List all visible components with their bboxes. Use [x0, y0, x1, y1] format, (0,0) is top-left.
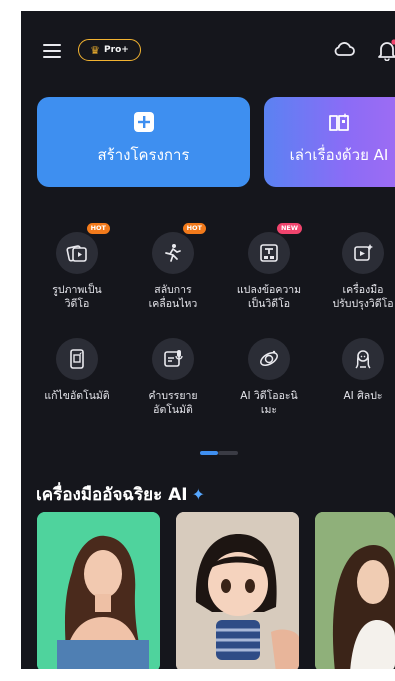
tool-label: AI ศิลปะ [343, 390, 383, 402]
tool-label: แก้ไขอัตโนมัติ [44, 390, 110, 402]
video-enhance-icon [354, 244, 373, 261]
showcase-thumb-2[interactable] [176, 512, 299, 669]
ai-story-card[interactable]: เล่าเรื่องด้วย AI [264, 97, 395, 187]
section-title: เครื่องมืออัจฉริยะ AI ✦ [36, 481, 205, 508]
new-badge: NEW [276, 223, 302, 234]
cloud-icon[interactable] [333, 41, 355, 57]
tool-text-to-video[interactable]: NEW แปลงข้อความ เป็นวิดีโอ [223, 223, 315, 311]
motion-swap-icon [165, 244, 181, 262]
sparkle-icon: ✦ [191, 485, 206, 504]
hot-badge: HOT [86, 223, 110, 234]
top-bar: ♛ Pro+ [21, 39, 395, 65]
portrait-image [37, 512, 160, 669]
tool-label: AI วิดีโออะนิ เมะ [240, 390, 298, 416]
tool-label: รูปภาพเป็น วิดีโอ [52, 284, 102, 310]
text-to-video-icon [260, 244, 278, 262]
page-indicator [200, 451, 240, 455]
ai-anime-icon [260, 350, 278, 366]
plus-icon [133, 112, 154, 132]
menu-icon[interactable] [43, 44, 61, 58]
app-screen: ♛ Pro+ สร้างโครงการ เล่าเรื่องด้วย AI HO… [21, 11, 395, 669]
tool-ai-art[interactable]: AI ศิลปะ [317, 338, 395, 403]
section-title-text: เครื่องมืออัจฉริยะ AI [36, 485, 188, 505]
auto-edit-icon [70, 349, 84, 369]
ai-story-label: เล่าเรื่องด้วย AI [289, 146, 389, 164]
tool-label: เครื่องมือ ปรับปรุงวิดีโอ [332, 284, 394, 310]
portrait-image [315, 512, 395, 669]
tool-video-enhancer[interactable]: เครื่องมือ ปรับปรุงวิดีโอ [317, 232, 395, 311]
showcase-thumb-1[interactable] [37, 512, 160, 669]
tool-image-to-video[interactable]: HOT รูปภาพเป็น วิดีโอ [31, 223, 123, 311]
tool-label: แปลงข้อความ เป็นวิดีโอ [236, 284, 302, 310]
pro-plus-button[interactable]: ♛ Pro+ [78, 39, 141, 61]
tool-auto-edit[interactable]: แก้ไขอัตโนมัติ [31, 338, 123, 403]
crown-icon: ♛ [90, 43, 101, 57]
create-project-card[interactable]: สร้างโครงการ [37, 97, 250, 187]
bell-icon[interactable] [377, 39, 395, 61]
tool-motion-swap[interactable]: HOT สลับการ เคลื่อนไหว [127, 223, 219, 311]
portrait-image [176, 512, 299, 669]
tool-label: สลับการ เคลื่อนไหว [148, 284, 198, 310]
pro-label: Pro+ [104, 45, 129, 55]
ai-art-icon [355, 350, 371, 369]
storybook-icon [329, 113, 349, 131]
auto-caption-icon [164, 350, 183, 367]
tool-label: คำบรรยาย อัตโนมัติ [148, 390, 198, 416]
tool-auto-caption[interactable]: คำบรรยาย อัตโนมัติ [127, 338, 219, 417]
tool-ai-anime-video[interactable]: AI วิดีโออะนิ เมะ [223, 338, 315, 417]
hot-badge: HOT [182, 223, 206, 234]
create-project-label: สร้างโครงการ [97, 146, 190, 164]
showcase-thumb-3[interactable] [315, 512, 395, 669]
image-to-video-icon [66, 245, 87, 262]
